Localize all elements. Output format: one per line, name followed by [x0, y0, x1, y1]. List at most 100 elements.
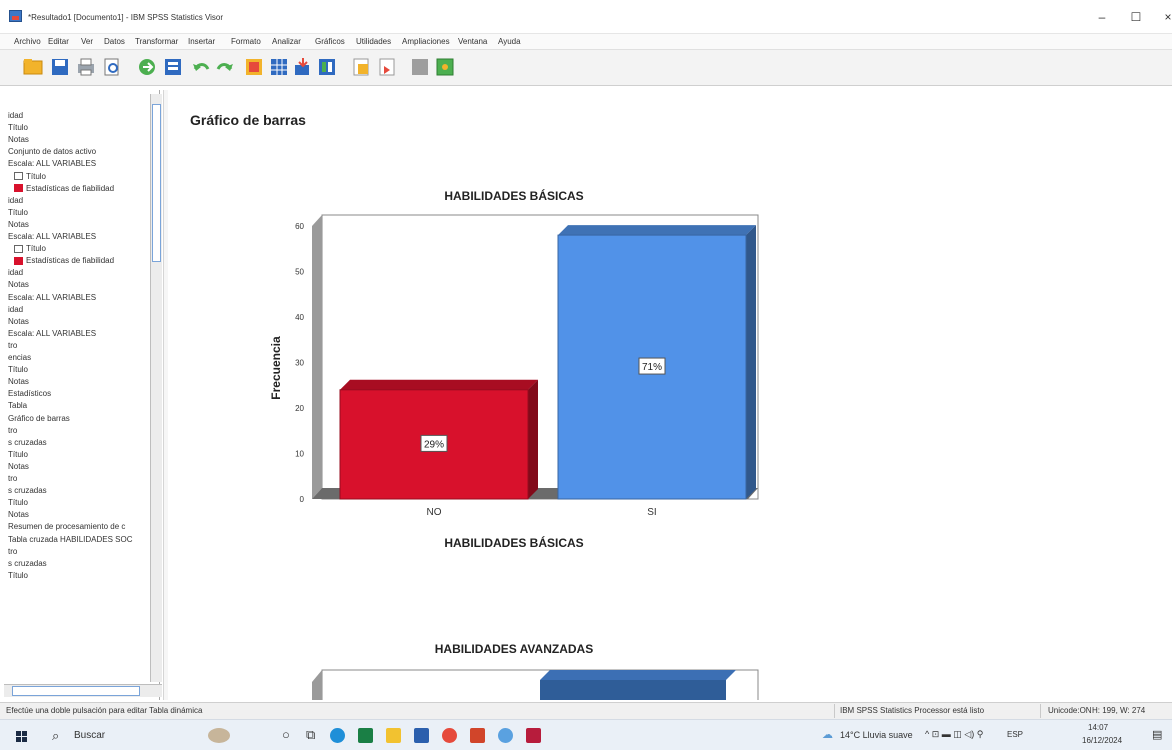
notifications-icon[interactable]: ▤ [1152, 728, 1162, 741]
outline-item[interactable]: Tabla cruzada HABILIDADES SOC [8, 534, 133, 546]
outline-item[interactable]: s cruzadas [8, 558, 47, 570]
outline-item[interactable]: Título [8, 364, 28, 376]
outline-item[interactable]: Título [8, 122, 28, 134]
outline-item[interactable]: Conjunto de datos activo [8, 146, 96, 158]
designate-window-icon[interactable] [434, 56, 456, 78]
minimize-button[interactable]: – [1090, 6, 1114, 28]
outline-item[interactable]: Título [14, 171, 46, 183]
file-explorer-icon[interactable] [386, 728, 401, 743]
outline-item[interactable]: Notas [8, 219, 29, 231]
outline-item[interactable]: Escala: ALL VARIABLES [8, 328, 96, 340]
outline-item[interactable]: Notas [8, 461, 29, 473]
menu-ampliaciones[interactable]: Ampliaciones [402, 37, 450, 46]
clock-time[interactable]: 14:07 [1088, 723, 1108, 732]
outline-vertical-scrollbar[interactable] [150, 94, 162, 682]
goto-variable-icon[interactable] [292, 56, 314, 78]
outline-item[interactable]: Título [8, 497, 28, 509]
show-all-icon[interactable] [409, 56, 431, 78]
outline-item[interactable]: tro [8, 473, 17, 485]
menu-utilidades[interactable]: Utilidades [356, 37, 391, 46]
scroll-thumb[interactable] [12, 686, 140, 696]
menu-editar[interactable]: Editar [48, 37, 69, 46]
system-tray-icons[interactable]: ^ ⊡ ▬ ◫ ◁) ⚲ [925, 729, 983, 740]
outline-item[interactable]: Título [8, 207, 28, 219]
scroll-thumb[interactable] [152, 104, 161, 262]
menu-analizar[interactable]: Analizar [272, 37, 301, 46]
taskbar-search-input[interactable]: Buscar [74, 730, 105, 741]
outline-item[interactable]: s cruzadas [8, 485, 47, 497]
outline-item[interactable]: Título [14, 243, 46, 255]
outline-item[interactable]: tro [8, 340, 17, 352]
print-icon[interactable] [75, 56, 97, 78]
export-icon[interactable] [136, 56, 158, 78]
outline-item[interactable]: Estadísticas de fiabilidad [14, 255, 114, 267]
print-preview-icon[interactable] [101, 56, 123, 78]
outline-item[interactable]: s cruzadas [8, 437, 47, 449]
save-icon[interactable] [49, 56, 71, 78]
bar-chart-habilidades-basicas[interactable]: HABILIDADES BÁSICAS 0 10 20 30 40 50 60 29% NO 7… [168, 90, 1172, 700]
outline-item[interactable]: Notas [8, 509, 29, 521]
excel-icon[interactable] [358, 728, 373, 743]
insert-output-icon[interactable] [350, 56, 372, 78]
outline-item[interactable]: Estadísticos [8, 388, 51, 400]
language-indicator[interactable]: ESP [1007, 730, 1023, 739]
outline-item[interactable]: Escala: ALL VARIABLES [8, 292, 96, 304]
task-view-icon[interactable]: ⧉ [306, 727, 315, 743]
redo-icon[interactable] [214, 56, 236, 78]
outline-item[interactable]: Tabla [8, 400, 27, 412]
menu-ver[interactable]: Ver [81, 37, 93, 46]
weather-text[interactable]: 14°C Lluvia suave [840, 730, 913, 740]
search-icon[interactable]: ⌕ [52, 728, 59, 744]
outline-item[interactable]: Título [8, 449, 28, 461]
menu-transformar[interactable]: Transformar [135, 37, 178, 46]
insert-title-icon[interactable] [376, 56, 398, 78]
close-button[interactable]: × [1156, 6, 1172, 28]
outline-item[interactable]: Notas [8, 279, 29, 291]
outline-item[interactable]: idad [8, 267, 23, 279]
outline-item[interactable]: Escala: ALL VARIABLES [8, 231, 96, 243]
menu-ventana[interactable]: Ventana [458, 37, 487, 46]
outline-item[interactable]: tro [8, 425, 17, 437]
outline-item[interactable]: Notas [8, 316, 29, 328]
menu-ayuda[interactable]: Ayuda [498, 37, 521, 46]
goto-data-icon[interactable] [243, 56, 265, 78]
spss-taskbar-icon[interactable] [526, 728, 541, 743]
outline-item[interactable]: Notas [8, 134, 29, 146]
outline-item[interactable]: idad [8, 304, 23, 316]
outline-item[interactable]: Notas [8, 376, 29, 388]
outline-item[interactable]: encias [8, 352, 31, 364]
outline-item[interactable]: tro [8, 546, 17, 558]
open-icon[interactable] [22, 56, 44, 78]
undo-icon[interactable] [190, 56, 212, 78]
menu-graficos[interactable]: Gráficos [315, 37, 345, 46]
maximize-button[interactable]: ☐ [1124, 6, 1148, 28]
menu-archivo[interactable]: Archivo [14, 37, 41, 46]
outline-item-label: Tabla cruzada HABILIDADES SOC [8, 534, 133, 544]
clock-date[interactable]: 16/12/2024 [1082, 736, 1122, 745]
outline-item[interactable]: Título [8, 570, 28, 582]
outline-item[interactable]: Escala: ALL VARIABLES [8, 158, 96, 170]
word-icon[interactable] [414, 728, 429, 743]
recall-dialog-icon[interactable] [162, 56, 184, 78]
bar-chart-habilidades-avanzadas[interactable] [304, 668, 764, 700]
outline-item[interactable]: Gráfico de barras [8, 413, 70, 425]
outline-item[interactable]: Resumen de procesamiento de c [8, 521, 125, 533]
menu-datos[interactable]: Datos [104, 37, 125, 46]
outline-item-label: tro [8, 546, 18, 556]
outline-item-label: Título [8, 207, 29, 217]
menu-insertar[interactable]: Insertar [188, 37, 215, 46]
outline-item[interactable]: idad [8, 110, 23, 122]
chrome-icon[interactable] [442, 728, 457, 743]
news-widget-icon[interactable] [208, 728, 230, 743]
windows-start-icon[interactable] [16, 731, 27, 742]
app-icon[interactable] [498, 728, 513, 743]
menu-formato[interactable]: Formato [231, 37, 261, 46]
goto-case-icon[interactable] [268, 56, 290, 78]
edge-icon[interactable] [330, 728, 345, 743]
outline-item[interactable]: Estadísticas de fiabilidad [14, 183, 114, 195]
powerpoint-icon[interactable] [470, 728, 485, 743]
search-circle-icon[interactable]: ○ [282, 727, 290, 742]
outline-horizontal-scrollbar[interactable] [4, 684, 162, 697]
variables-icon[interactable] [316, 56, 338, 78]
outline-item[interactable]: idad [8, 195, 23, 207]
